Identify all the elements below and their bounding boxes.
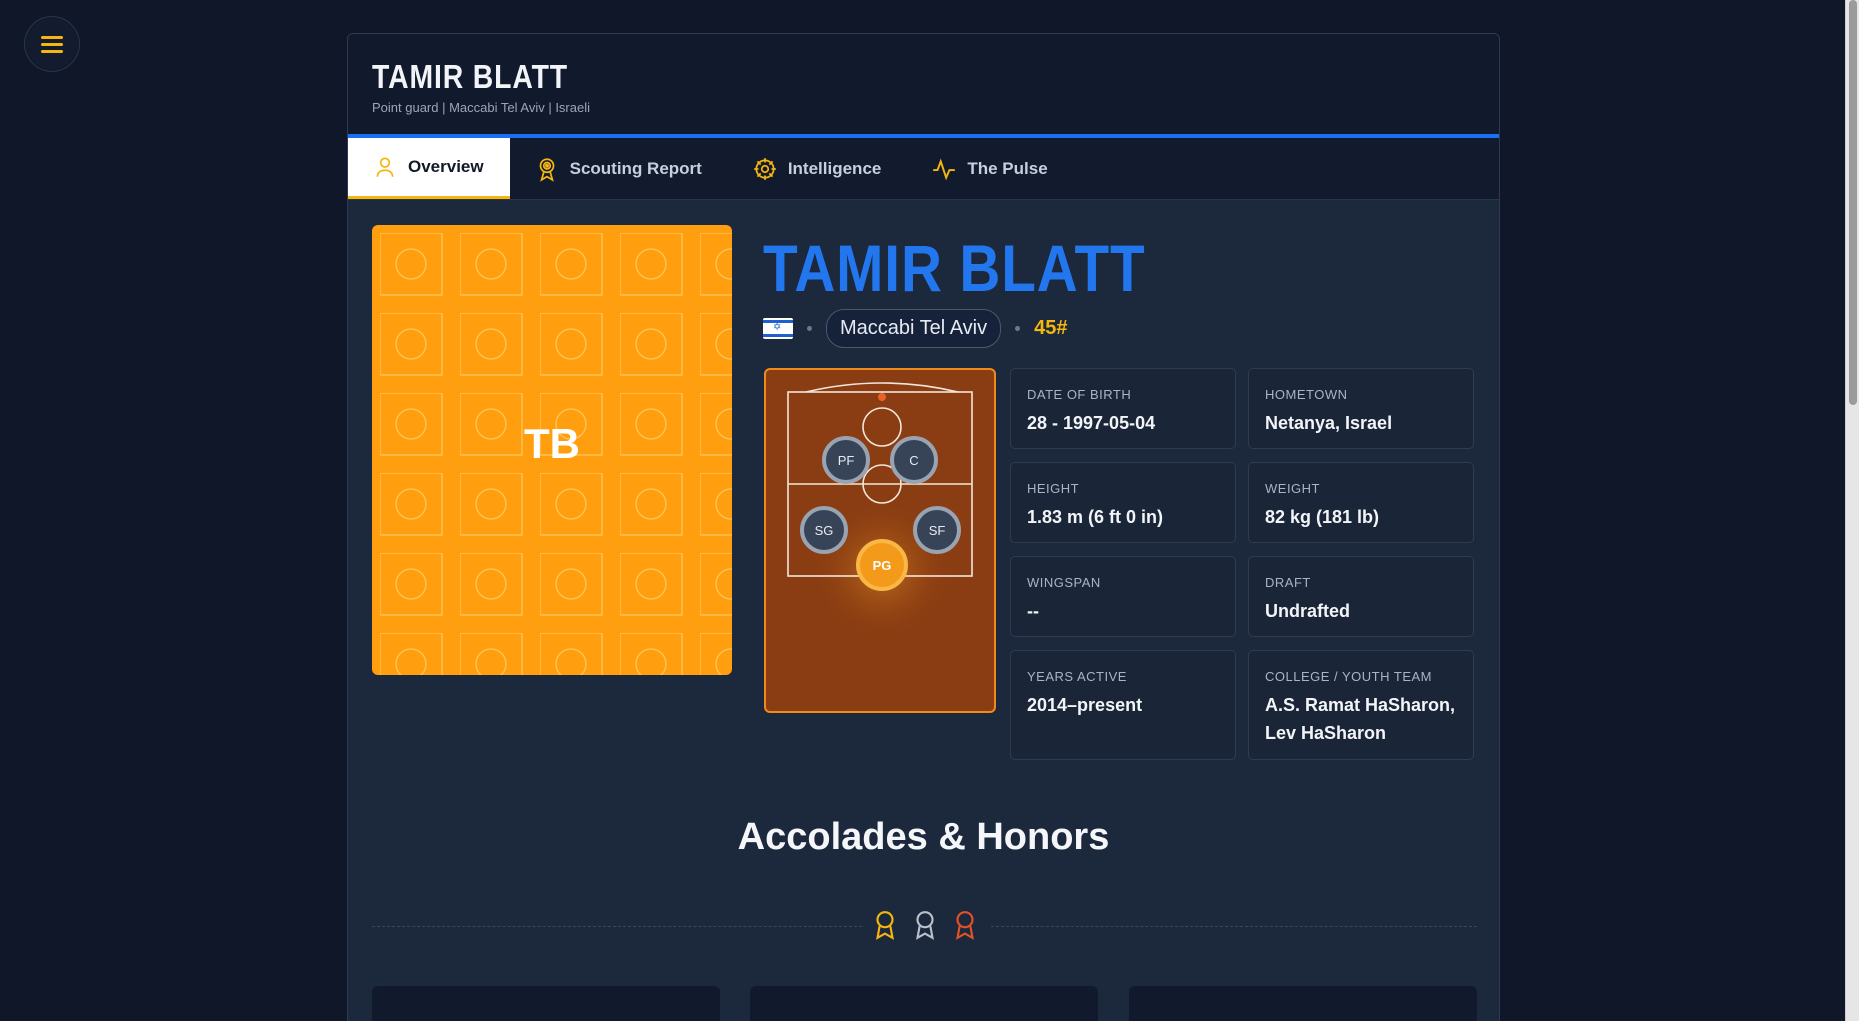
honor-card (750, 986, 1098, 1021)
medal-icons (872, 910, 978, 940)
player-photo-placeholder: TB (372, 225, 732, 675)
stat-label: WINGSPAN (1027, 575, 1101, 590)
player-initials: TB (524, 420, 580, 467)
accolades-title: Accolades & Honors (737, 816, 1110, 858)
tab-label: The Pulse (967, 158, 1048, 178)
stat-college: COLLEGE / YOUTH TEAM A.S. Ramat HaSharon… (1248, 650, 1474, 760)
player-card: TAMIR BLATT Point guard | Maccabi Tel Av… (347, 33, 1500, 1021)
stat-value: Netanya, Israel (1265, 413, 1393, 433)
position-pf: PF (822, 436, 870, 484)
card-header: TAMIR BLATT Point guard | Maccabi Tel Av… (348, 34, 1499, 138)
stat-draft: DRAFT Undrafted (1248, 556, 1474, 637)
position-pg-active: PG (856, 539, 908, 591)
stat-value: A.S. Ramat HaSharon, Lev HaSharon (1265, 695, 1456, 743)
stat-weight: WEIGHT 82 kg (181 lb) (1248, 462, 1474, 543)
position-c: C (890, 436, 938, 484)
tab-bar: Overview Scouting Report Intelligence Th… (348, 138, 1499, 200)
team-badge[interactable]: Maccabi Tel Aviv (826, 309, 1002, 348)
stat-label: YEARS ACTIVE (1027, 669, 1127, 684)
stat-label: WEIGHT (1265, 481, 1320, 496)
divider (991, 926, 1477, 927)
israel-flag-icon: ✡ (763, 318, 793, 339)
player-name: TAMIR BLATT (763, 231, 1146, 305)
stat-wingspan: WINGSPAN -- (1010, 556, 1236, 637)
position-label: SG (815, 523, 834, 538)
jersey-number: 45# (1034, 317, 1068, 339)
pulse-icon (933, 157, 956, 180)
stat-value: -- (1027, 601, 1039, 621)
separator-dot (1015, 326, 1021, 331)
hamburger-icon (41, 34, 63, 55)
tab-overview[interactable]: Overview (348, 138, 510, 199)
header-subtitle: Point guard | Maccabi Tel Aviv | Israeli (372, 100, 590, 115)
stat-value: 2014–present (1027, 695, 1143, 715)
divider (372, 926, 862, 927)
position-label: SF (929, 523, 946, 538)
position-court-card: PF C SG SF PG (764, 368, 996, 713)
separator-dot (807, 326, 812, 331)
tab-label: Scouting Report (569, 158, 702, 178)
brain-icon (753, 157, 776, 180)
stat-label: DRAFT (1265, 575, 1311, 590)
tab-intelligence[interactable]: Intelligence (728, 138, 908, 199)
position-label: PF (838, 453, 855, 468)
stat-label: DATE OF BIRTH (1027, 387, 1132, 402)
position-court-diagram: PF C SG SF PG (787, 382, 973, 640)
page-scrollbar[interactable] (1845, 0, 1859, 1021)
menu-button[interactable] (24, 16, 80, 72)
position-label: C (909, 453, 918, 468)
silver-medal-icon (916, 911, 934, 940)
player-meta: ✡ Maccabi Tel Aviv 45# (763, 309, 1067, 348)
stat-value: Undrafted (1265, 601, 1350, 621)
person-icon (376, 157, 394, 177)
scrollbar-thumb[interactable] (1849, 0, 1857, 405)
stat-height: HEIGHT 1.83 m (6 ft 0 in) (1010, 462, 1236, 543)
stat-value: 82 kg (181 lb) (1265, 507, 1380, 527)
stat-label: HOMETOWN (1265, 387, 1348, 402)
gold-medal-icon (876, 911, 894, 940)
tab-label: Intelligence (787, 158, 882, 178)
position-label: PG (873, 558, 892, 573)
tab-scouting-report[interactable]: Scouting Report (510, 138, 728, 199)
target-icon (539, 157, 554, 182)
position-sg: SG (800, 506, 848, 554)
stat-value: 1.83 m (6 ft 0 in) (1027, 507, 1164, 527)
honor-card (1129, 986, 1477, 1021)
stat-value: 28 - 1997-05-04 (1027, 413, 1156, 433)
header-title: TAMIR BLATT (372, 58, 568, 95)
tab-label: Overview (408, 157, 484, 176)
stat-years-active: YEARS ACTIVE 2014–present (1010, 650, 1236, 760)
position-sf: SF (913, 506, 961, 554)
stat-label: HEIGHT (1027, 481, 1080, 496)
stat-date-of-birth: DATE OF BIRTH 28 - 1997-05-04 (1010, 368, 1236, 449)
stat-hometown: HOMETOWN Netanya, Israel (1248, 368, 1474, 449)
overview-content: TB TAMIR BLATT ✡ Maccabi Tel Aviv 45# PF… (348, 200, 1499, 1021)
honor-card (372, 986, 720, 1021)
bronze-medal-icon (956, 911, 974, 940)
tab-the-pulse[interactable]: The Pulse (907, 138, 1073, 199)
stat-label: COLLEGE / YOUTH TEAM (1265, 669, 1433, 684)
